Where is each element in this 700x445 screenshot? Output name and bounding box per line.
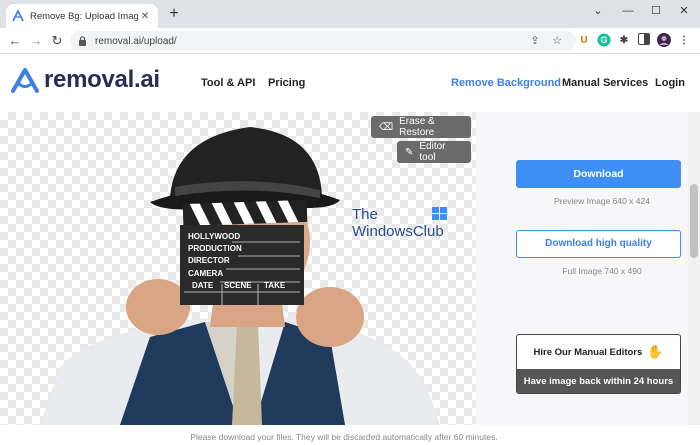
bookmark-star-icon[interactable]: ☆ — [550, 34, 564, 48]
download-button[interactable]: Download — [516, 160, 681, 188]
magic-wand-icon: ✎ — [405, 146, 414, 158]
clapper-director: DIRECTOR — [188, 256, 230, 265]
svg-text:G: G — [600, 35, 607, 45]
puzzle-icon[interactable]: ✱ — [616, 33, 632, 49]
discard-notice: Please download your files. They will be… — [0, 425, 688, 445]
preview-canvas[interactable]: HOLLYWOOD PRODUCTION DIRECTOR CAMERA DAT… — [0, 112, 476, 425]
forward-icon[interactable]: → — [27, 32, 45, 50]
close-tab-icon[interactable]: ✕ — [138, 11, 152, 22]
browser-toolbar: ← → ↻ removal.ai/upload/ ⇪ ☆ U G ✱ ⋮ — [0, 28, 700, 54]
hire-label: Hire Our Manual Editors — [533, 346, 643, 358]
page-scrollbar-track[interactable] — [688, 112, 700, 425]
nav-tool-api[interactable]: Tool & API — [201, 77, 255, 89]
browser-tab[interactable]: Remove Bg: Upload Image to Cre ✕ — [6, 4, 158, 28]
tab-title: Remove Bg: Upload Image to Cre — [30, 10, 138, 22]
download-high-quality-button[interactable]: Download high quality — [516, 230, 681, 258]
site-logo[interactable]: removal.ai — [10, 66, 160, 94]
new-tab-icon[interactable]: + — [166, 6, 182, 22]
hire-subtext: Have image back within 24 hours — [517, 369, 680, 393]
nav-login[interactable]: Login — [655, 77, 685, 89]
clapper-production: PRODUCTION — [188, 244, 242, 253]
clapper-date: DATE — [192, 281, 214, 290]
address-bar[interactable]: removal.ai/upload/ ⇪ ☆ — [70, 31, 576, 51]
sidebar-icon[interactable] — [636, 33, 652, 49]
erase-restore-button[interactable]: ⌫ Erase & Restore — [371, 116, 471, 138]
close-window-icon[interactable]: ✕ — [674, 2, 694, 20]
download-panel: Download Preview Image 640 x 424 Downloa… — [476, 112, 688, 425]
grammarly-icon[interactable]: G — [596, 33, 612, 49]
avatar[interactable] — [656, 33, 672, 49]
preview-image-info: Preview Image 640 x 424 — [554, 196, 650, 206]
nav-pricing[interactable]: Pricing — [268, 77, 305, 89]
clapper-scene: SCENE — [224, 281, 252, 290]
url-text[interactable]: removal.ai/upload/ — [95, 36, 177, 47]
tab-strip: Remove Bg: Upload Image to Cre ✕ + ⌄ — ☐… — [0, 0, 700, 28]
clapper-camera: CAMERA — [188, 269, 224, 278]
windows-logo-icon — [432, 207, 447, 220]
reload-icon[interactable]: ↻ — [48, 32, 66, 50]
removal-ai-logo-icon — [11, 68, 39, 93]
lock-icon[interactable] — [78, 36, 87, 46]
menu-dots-icon[interactable]: ⋮ — [676, 33, 692, 49]
minimize-icon[interactable]: — — [618, 2, 638, 20]
hand-wave-icon: ✋ — [647, 344, 664, 359]
erase-restore-label: Erase & Restore — [399, 116, 435, 138]
maximize-icon[interactable]: ☐ — [646, 2, 666, 20]
watermark-line2: WindowsClub — [352, 223, 444, 240]
chevron-down-icon[interactable]: ⌄ — [588, 2, 608, 20]
editor-tool-button[interactable]: ✎ Editor tool — [397, 141, 471, 163]
removal-ai-favicon-icon — [12, 10, 24, 22]
eraser-icon: ⌫ — [379, 121, 394, 133]
clapper-hollywood: HOLLYWOOD — [188, 232, 241, 241]
site-header: removal.ai Tool & API Pricing Remove Bac… — [0, 54, 700, 112]
page-scrollbar-thumb[interactable] — [690, 184, 698, 258]
hire-editors-card[interactable]: Hire Our Manual Editors ✋ Have image bac… — [516, 334, 681, 394]
logo-text: removal.ai — [44, 66, 160, 93]
u-icon[interactable]: U — [576, 33, 592, 49]
editor-tool-label: Editor tool — [419, 141, 446, 163]
full-image-info: Full Image 740 x 490 — [562, 266, 642, 276]
clapper-take: TAKE — [264, 281, 286, 290]
nav-manual-services[interactable]: Manual Services — [562, 77, 648, 89]
thewindowsclub-watermark: The WindowsClub — [352, 206, 447, 240]
watermark-line1: The — [352, 206, 378, 223]
nav-remove-background[interactable]: Remove Background — [451, 77, 561, 89]
back-icon[interactable]: ← — [6, 32, 24, 50]
share-icon[interactable]: ⇪ — [528, 34, 542, 48]
